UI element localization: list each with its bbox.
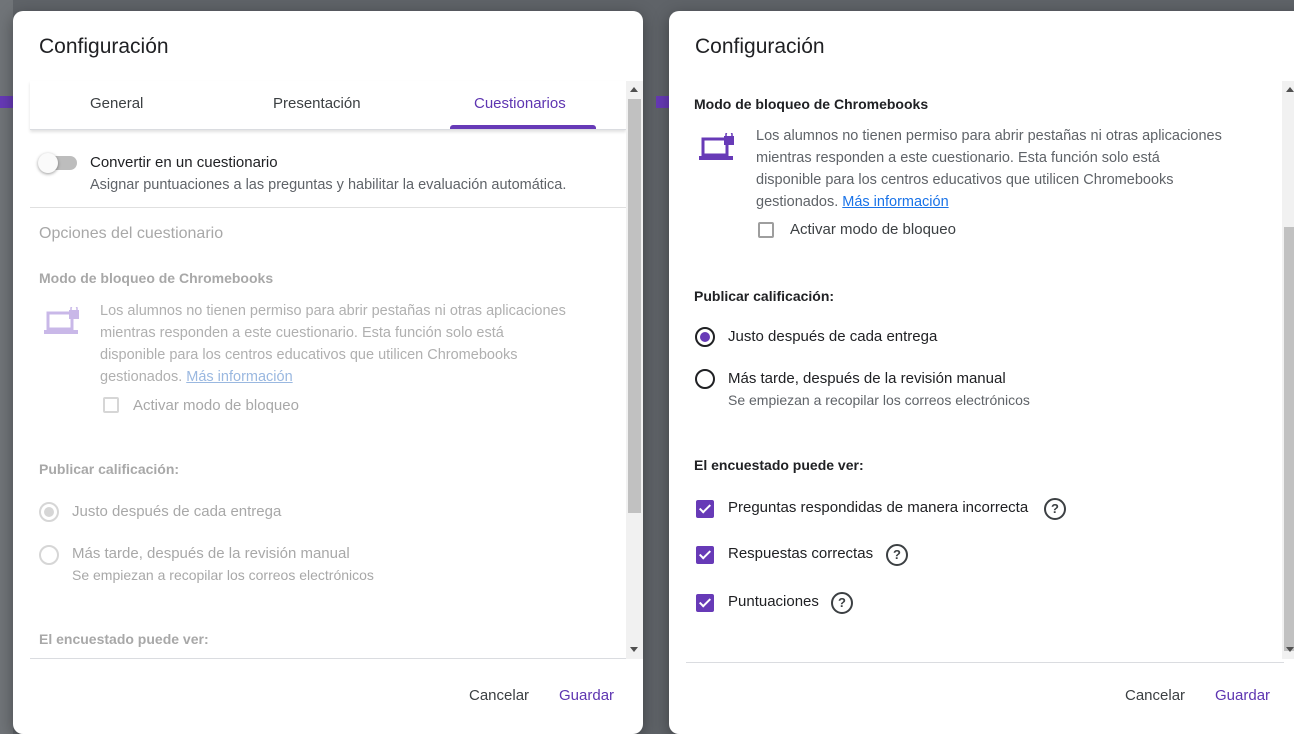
save-button[interactable]: Guardar (559, 687, 614, 704)
lock-desc-line: disponible para los centros educativos q… (756, 172, 1174, 188)
respondent-heading: El encuestado puede ver: (39, 631, 209, 647)
cancel-button[interactable]: Cancelar (1125, 687, 1185, 704)
publish-immediately-label: Justo después de cada entrega (728, 328, 938, 345)
settings-dialog-right: Configuración Modo de bloqueo de Chromeb… (669, 11, 1294, 734)
lock-desc-line: mientras responden a este cuestionario. … (100, 325, 504, 341)
lock-mode-checkbox[interactable] (103, 397, 119, 413)
lock-desc-text: gestionados. (100, 369, 183, 385)
missed-questions-checkbox[interactable] (696, 500, 714, 518)
background-accent-bar (0, 96, 13, 108)
lock-mode-heading: Modo de bloqueo de Chromebooks (694, 96, 929, 112)
tab-quizzes[interactable]: Cuestionarios (474, 95, 566, 112)
lock-desc-line: Los alumnos no tienen permiso para abrir… (756, 128, 1222, 144)
publish-later-radio[interactable] (39, 545, 59, 565)
point-values-checkbox[interactable] (696, 594, 714, 612)
missed-questions-label: Preguntas respondidas de manera incorrec… (728, 499, 1029, 516)
scrollbar[interactable] (626, 81, 643, 659)
cancel-button[interactable]: Cancelar (469, 687, 529, 704)
lock-mode-checkbox-label: Activar modo de bloqueo (133, 397, 299, 414)
dialog-title: Configuración (695, 35, 825, 58)
publish-later-radio[interactable] (695, 369, 715, 389)
publish-immediately-label: Justo después de cada entrega (72, 503, 282, 520)
publish-grade-heading: Publicar calificación: (39, 461, 180, 477)
publish-immediately-radio[interactable] (695, 327, 715, 347)
dialog-title: Configuración (39, 35, 169, 58)
tab-presentation[interactable]: Presentación (273, 95, 361, 112)
lock-desc-line: gestionados. Más información (756, 191, 1222, 213)
learn-more-link[interactable]: Más información (186, 369, 292, 385)
scroll-thumb[interactable] (1284, 227, 1294, 651)
laptop-lock-icon (44, 307, 79, 334)
lock-mode-checkbox[interactable] (758, 222, 774, 238)
active-tab-indicator (450, 125, 596, 129)
lock-mode-heading: Modo de bloqueo de Chromebooks (39, 270, 274, 286)
quiz-options-heading: Opciones del cuestionario (39, 225, 224, 242)
scroll-down-arrow[interactable] (1286, 647, 1294, 652)
help-icon[interactable]: ? (831, 592, 853, 614)
publish-later-sublabel: Se empiezan a recopilar los correos elec… (728, 392, 1030, 408)
lock-desc-line: gestionados. Más información (100, 366, 566, 388)
lock-mode-description: Los alumnos no tienen permiso para abrir… (100, 300, 566, 388)
publish-later-sublabel: Se empiezan a recopilar los correos elec… (72, 567, 374, 583)
tab-bar: General Presentación Cuestionarios (30, 81, 626, 130)
publish-grade-heading: Publicar calificación: (694, 288, 835, 304)
point-values-label: Puntuaciones (728, 593, 819, 610)
footer-divider (30, 658, 626, 659)
settings-dialog-left: Configuración General Presentación Cuest… (13, 11, 643, 734)
lock-mode-description: Los alumnos no tienen permiso para abrir… (756, 125, 1222, 213)
background-page-left (0, 0, 13, 734)
lock-mode-checkbox-label: Activar modo de bloqueo (790, 221, 956, 238)
scroll-thumb[interactable] (628, 99, 641, 513)
respondent-heading: El encuestado puede ver: (694, 457, 864, 473)
publish-immediately-radio[interactable] (39, 502, 59, 522)
quiz-toggle-label: Convertir en un cuestionario (90, 154, 278, 171)
tab-general[interactable]: General (90, 95, 143, 112)
footer-divider (686, 662, 1284, 663)
background-accent-bar-2 (656, 96, 669, 108)
lock-desc-line: disponible para los centros educativos q… (100, 347, 518, 363)
lock-desc-text: gestionados. (756, 194, 839, 210)
publish-later-label: Más tarde, después de la revisión manual (728, 370, 1006, 387)
quiz-toggle[interactable] (38, 153, 77, 173)
laptop-lock-icon (699, 133, 734, 160)
publish-later-label: Más tarde, después de la revisión manual (72, 545, 350, 562)
correct-answers-checkbox[interactable] (696, 546, 714, 564)
learn-more-link[interactable]: Más información (842, 194, 948, 210)
correct-answers-label: Respuestas correctas (728, 545, 874, 562)
toggle-knob (38, 153, 58, 173)
scroll-up-arrow[interactable] (630, 87, 638, 92)
divider (30, 207, 626, 208)
save-button[interactable]: Guardar (1215, 687, 1270, 704)
lock-desc-line: mientras responden a este cuestionario. … (756, 150, 1160, 166)
scroll-down-arrow[interactable] (630, 647, 638, 652)
scroll-up-arrow[interactable] (1286, 87, 1294, 92)
help-icon[interactable]: ? (1044, 498, 1066, 520)
lock-desc-line: Los alumnos no tienen permiso para abrir… (100, 303, 566, 319)
scrollbar[interactable] (1282, 81, 1294, 659)
help-icon[interactable]: ? (886, 544, 908, 566)
quiz-toggle-description: Asignar puntuaciones a las preguntas y h… (90, 177, 567, 193)
